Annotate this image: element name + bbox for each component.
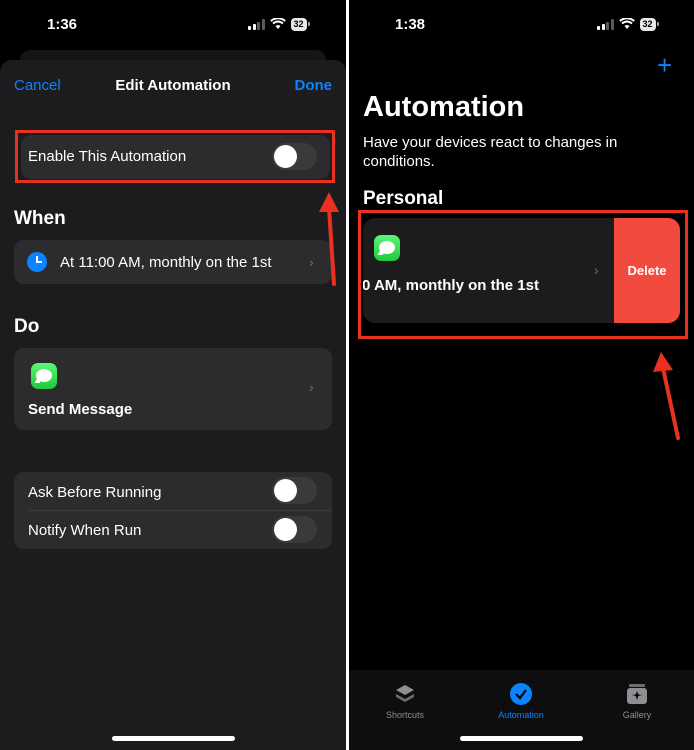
messages-app-icon — [31, 363, 57, 389]
chevron-right-icon: › — [309, 379, 314, 395]
done-button[interactable]: Done — [295, 77, 333, 94]
ask-before-running-label: Ask Before Running — [28, 484, 162, 501]
personal-section-heading: Personal — [363, 188, 444, 209]
tab-label: Gallery — [622, 710, 652, 720]
status-bar: 1:36 32 — [0, 0, 346, 50]
status-bar: 1:38 32 — [349, 0, 694, 50]
status-time: 1:38 — [395, 16, 426, 33]
home-indicator — [460, 736, 583, 741]
tab-automation[interactable]: Automation — [481, 682, 561, 720]
annotation-arrow — [319, 192, 339, 286]
add-automation-button[interactable]: + — [657, 52, 672, 78]
tab-shortcuts[interactable]: Shortcuts — [365, 682, 445, 720]
edit-automation-screen: 1:36 32 Cancel Edit Automation Done Enab… — [0, 0, 346, 750]
cellular-signal-icon — [248, 18, 265, 30]
do-heading: Do — [14, 316, 40, 337]
home-indicator — [112, 736, 235, 741]
page-subtitle: Have your devices react to changes in co… — [363, 134, 618, 170]
annotation-highlight-box — [358, 210, 688, 339]
tab-label: Automation — [498, 710, 544, 720]
when-trigger-label: At 11:00 AM, monthly on the 1st — [60, 254, 272, 271]
tab-gallery[interactable]: Gallery — [597, 682, 677, 720]
annotation-arrow — [653, 352, 680, 440]
notify-when-run-label: Notify When Run — [28, 522, 142, 539]
do-action-card[interactable]: Send Message › — [14, 348, 332, 430]
automation-icon — [510, 683, 532, 705]
run-options-card: Ask Before Running Notify When Run — [14, 472, 332, 549]
battery-icon: 32 — [639, 17, 659, 31]
annotation-highlight-box — [15, 130, 335, 183]
battery-icon: 32 — [290, 17, 310, 31]
status-time: 1:36 — [47, 16, 78, 33]
when-heading: When — [14, 208, 66, 229]
clock-icon — [27, 252, 47, 272]
ask-before-running-toggle[interactable] — [272, 477, 317, 504]
when-trigger-row[interactable]: At 11:00 AM, monthly on the 1st › — [14, 240, 332, 284]
automation-list-screen: 1:38 32 + Automation Have your devices r… — [349, 0, 694, 750]
wifi-icon — [269, 18, 286, 29]
tab-label: Shortcuts — [385, 710, 425, 720]
chevron-right-icon: › — [309, 254, 314, 270]
gallery-icon — [627, 684, 647, 704]
shortcuts-icon — [396, 685, 414, 702]
page-title: Automation — [363, 91, 525, 123]
cellular-signal-icon — [597, 18, 614, 30]
notify-when-run-toggle[interactable] — [272, 516, 317, 543]
row-divider — [28, 510, 332, 511]
do-action-label: Send Message — [28, 401, 133, 418]
wifi-icon — [618, 18, 635, 29]
